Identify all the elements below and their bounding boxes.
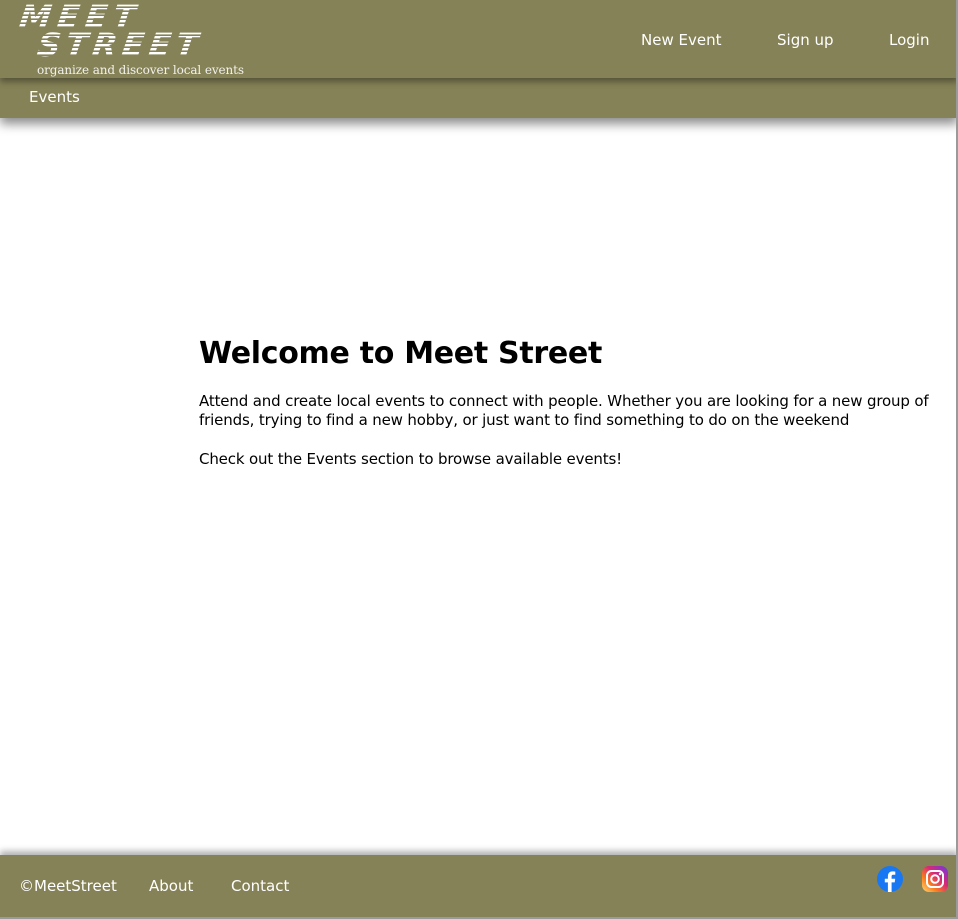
page: MEET STREET organize and discover local … [0, 0, 958, 919]
meet-street-logo[interactable]: MEET STREET organize and discover local … [18, 0, 244, 78]
logo-line-2: STREET [35, 26, 205, 62]
nav-sign-up-link[interactable]: Sign up [777, 31, 834, 49]
intro-paragraph: Attend and create local events to connec… [199, 392, 929, 429]
sub-navigation: Events [0, 78, 956, 118]
subnav-events-link[interactable]: Events [29, 88, 80, 106]
nav-new-event-link[interactable]: New Event [641, 31, 721, 49]
logo-tagline: organize and discover local events [37, 63, 244, 77]
instagram-icon[interactable] [922, 866, 948, 892]
logo-wordmark: MEET STREET [18, 0, 205, 62]
page-title: Welcome to Meet Street [199, 336, 602, 371]
nav-login-link[interactable]: Login [889, 31, 929, 49]
footer-copyright: ©MeetStreet [19, 877, 117, 895]
facebook-icon[interactable] [877, 866, 903, 892]
cta-paragraph: Check out the Events section to browse a… [199, 450, 623, 468]
footer: ©MeetStreet About Contact [0, 855, 956, 917]
footer-about-link[interactable]: About [149, 877, 193, 895]
footer-contact-link[interactable]: Contact [231, 877, 289, 895]
top-header: MEET STREET organize and discover local … [0, 0, 956, 78]
main-content: Welcome to Meet Street Attend and create… [199, 336, 929, 469]
